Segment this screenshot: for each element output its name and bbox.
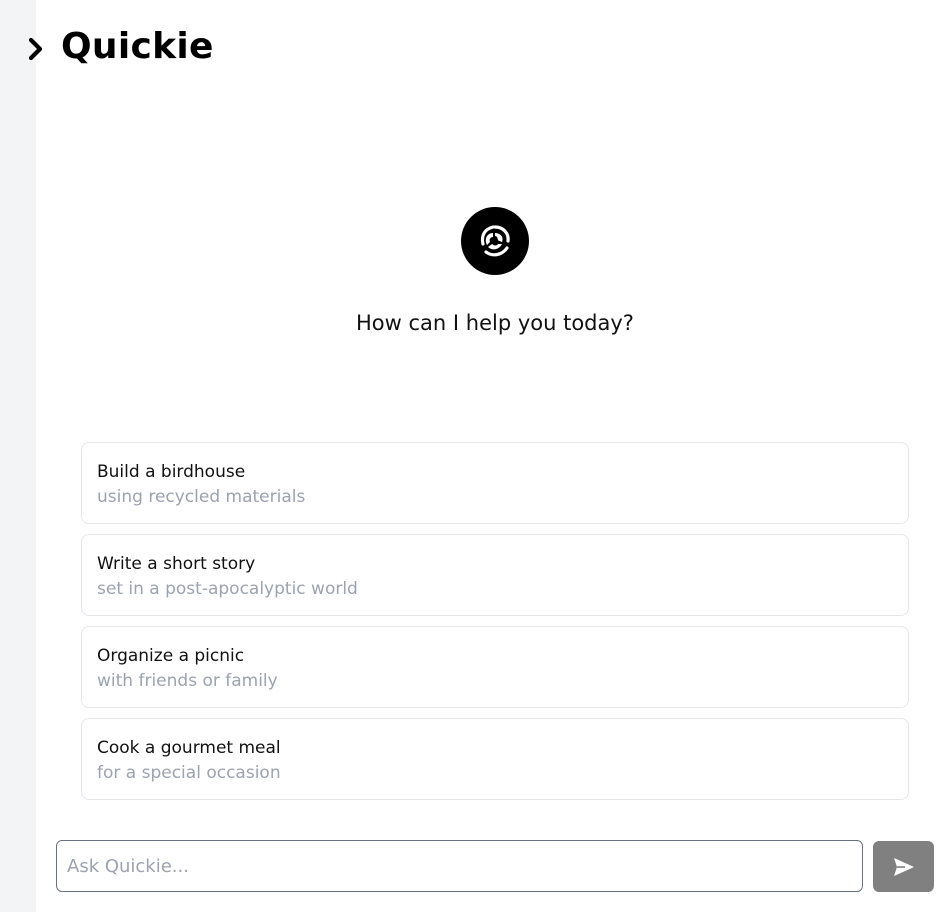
suggestion-subtitle: for a special occasion [97,763,281,783]
composer [56,840,863,892]
suggestion-card[interactable]: Organize a picnic with friends or family [81,626,909,708]
suggestion-subtitle: set in a post-apocalyptic world [97,579,358,599]
ask-input[interactable] [56,840,863,892]
sidebar-toggle-button[interactable] [22,34,48,64]
logo [461,207,529,275]
suggestion-subtitle: using recycled materials [97,487,306,507]
greeting-heading: How can I help you today? [356,311,634,335]
suggestion-subtitle: with friends or family [97,671,278,691]
app-title: Quickie [61,26,214,67]
suggestion-title: Write a short story [97,554,256,574]
sidebar-collapsed [0,0,36,912]
suggestion-title: Organize a picnic [97,646,245,666]
send-button[interactable] [873,841,934,892]
chevron-right-icon [28,37,43,61]
suggestion-title: Build a birdhouse [97,462,246,482]
aperture-swirl-icon [480,225,510,257]
suggestion-card[interactable]: Build a birdhouse using recycled materia… [81,442,909,524]
suggestion-card[interactable]: Write a short story set in a post-apocal… [81,534,909,616]
suggestion-card[interactable]: Cook a gourmet meal for a special occasi… [81,718,909,800]
suggestion-list: Build a birdhouse using recycled materia… [81,442,909,810]
paper-plane-icon [893,857,914,876]
suggestion-title: Cook a gourmet meal [97,738,281,758]
